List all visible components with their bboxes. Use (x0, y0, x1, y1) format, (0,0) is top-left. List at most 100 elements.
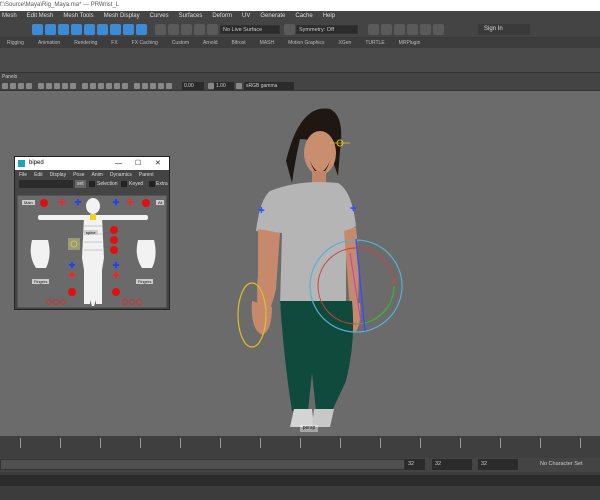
xray-joints-icon[interactable] (142, 83, 148, 89)
animation-end-field[interactable]: 32 (478, 459, 518, 470)
motion-blur-icon[interactable] (158, 83, 164, 89)
color-space-dropdown[interactable]: sRGB gamma (244, 82, 294, 90)
move-tool-icon[interactable] (71, 24, 82, 35)
foot-control[interactable] (68, 288, 76, 296)
shelf-tab-motion-graphics[interactable]: Motion Graphics (281, 38, 331, 48)
snap-curve-icon[interactable] (168, 24, 179, 35)
snap-grid-icon[interactable] (155, 24, 166, 35)
spine-label[interactable]: spine (84, 230, 98, 235)
shadows-icon[interactable] (122, 83, 128, 89)
selection-checkbox[interactable] (89, 181, 95, 187)
lasso-tool-icon[interactable] (45, 24, 56, 35)
paint-select-icon[interactable] (58, 24, 69, 35)
shelf-tab-mash[interactable]: MASH (253, 38, 281, 48)
universal-manip-icon[interactable] (110, 24, 121, 35)
leg-ik-control-red[interactable]: ✚ (112, 272, 120, 280)
ipr-render-icon[interactable] (381, 24, 392, 35)
fk-control-red[interactable] (142, 199, 150, 207)
shelf-tab-turtle[interactable]: TURTLE (358, 38, 391, 48)
aa-icon[interactable] (166, 83, 172, 89)
namespace-dropdown[interactable] (19, 180, 73, 188)
biped-menu-parent[interactable]: Parent (139, 172, 154, 178)
menu-mesh[interactable]: Mesh (2, 13, 17, 19)
range-slider[interactable] (0, 459, 405, 470)
gate-mask-icon[interactable] (62, 83, 68, 89)
sign-in-button[interactable]: Sign In (478, 24, 530, 35)
show-manip-icon[interactable] (136, 24, 147, 35)
biped-menu-pose[interactable]: Pose (73, 172, 84, 178)
shelf-tab-fx-caching[interactable]: FX Caching (125, 38, 165, 48)
menu-surfaces[interactable]: Surfaces (179, 13, 203, 19)
spine-fk-control[interactable] (110, 226, 118, 234)
ik-control-blue[interactable]: ✚ (74, 199, 82, 207)
image-plane-icon[interactable] (26, 83, 32, 89)
shelf-tab-custom[interactable]: Custom (165, 38, 196, 48)
field-chart-icon[interactable] (70, 83, 76, 89)
toe-control[interactable] (53, 299, 59, 305)
main-label[interactable]: Main (22, 200, 35, 205)
shelf-tab-fx[interactable]: FX (104, 38, 124, 48)
camera-attributes-icon[interactable] (10, 83, 16, 89)
minimize-icon[interactable]: — (115, 157, 122, 170)
leg-ik-control-red[interactable]: ✚ (68, 272, 76, 280)
toe-control[interactable] (129, 299, 135, 305)
maximize-icon[interactable]: ☐ (135, 157, 141, 170)
range-end-field[interactable]: 32 (405, 459, 425, 470)
smooth-shade-icon[interactable] (90, 83, 96, 89)
wireframe-icon[interactable] (82, 83, 88, 89)
render-icon[interactable] (368, 24, 379, 35)
all-label[interactable]: All (156, 200, 165, 205)
ik-control-blue[interactable]: ✚ (112, 199, 120, 207)
menu-mesh-display[interactable]: Mesh Display (104, 13, 140, 19)
snap-projected-icon[interactable] (194, 24, 205, 35)
film-gate-icon[interactable] (46, 83, 52, 89)
resolution-gate-icon[interactable] (54, 83, 60, 89)
set-button[interactable]: set (75, 180, 86, 188)
biped-menu-anim[interactable]: Anim (92, 172, 103, 178)
toe-control[interactable] (136, 299, 142, 305)
menu-generate[interactable]: Generate (260, 13, 285, 19)
symmetry-dropdown[interactable]: Symmetry: Off (296, 25, 358, 34)
render-view-icon[interactable] (420, 24, 431, 35)
wireframe-on-shaded-icon[interactable] (98, 83, 104, 89)
shelf-tab-rigging[interactable]: Rigging (0, 38, 31, 48)
menu-mesh-tools[interactable]: Mesh Tools (63, 13, 93, 19)
leg-ik-control-blue[interactable]: ✚ (112, 262, 120, 270)
menu-edit-mesh[interactable]: Edit Mesh (27, 13, 54, 19)
xray-icon[interactable] (134, 83, 140, 89)
snap-surface-icon[interactable] (207, 24, 218, 35)
biped-menu-file[interactable]: File (19, 172, 27, 178)
ik-control-red[interactable]: ✚ (58, 199, 66, 207)
menu-deform[interactable]: Deform (212, 13, 232, 19)
color-management-icon[interactable] (236, 83, 242, 89)
textured-icon[interactable] (106, 83, 112, 89)
shelf-tab-animation[interactable]: Animation (31, 38, 67, 48)
exposure-field[interactable]: 0.00 (182, 82, 204, 90)
biped-menu-dynamics[interactable]: Dynamics (110, 172, 132, 178)
menu-curves[interactable]: Curves (150, 13, 169, 19)
extra-checkbox[interactable] (149, 181, 155, 187)
spine-fk-control[interactable] (110, 246, 118, 254)
panels-menu[interactable]: Panels (0, 73, 600, 81)
biped-menu-edit[interactable]: Edit (34, 172, 43, 178)
spine-fk-control[interactable] (110, 236, 118, 244)
live-surface-field[interactable]: No Live Surface (220, 25, 280, 34)
gamma-field[interactable]: 1.00 (214, 82, 234, 90)
camera-select-icon[interactable] (2, 83, 8, 89)
lighting-icon[interactable] (114, 83, 120, 89)
ik-control-red[interactable]: ✚ (126, 199, 134, 207)
soft-mod-icon[interactable] (123, 24, 134, 35)
close-icon[interactable]: ✕ (155, 157, 161, 170)
rotate-tool-icon[interactable] (84, 24, 95, 35)
menu-cache[interactable]: Cache (295, 13, 312, 19)
toe-control[interactable] (46, 299, 52, 305)
light-editor-icon[interactable] (433, 24, 444, 35)
fingers-right-label[interactable]: Fingers (136, 279, 154, 284)
hypershade-icon[interactable] (407, 24, 418, 35)
menu-uv[interactable]: UV (242, 13, 250, 19)
playback-end-field[interactable]: 32 (432, 459, 472, 470)
snap-point-icon[interactable] (181, 24, 192, 35)
scale-tool-icon[interactable] (97, 24, 108, 35)
character-set-dropdown[interactable]: No Character Set (537, 459, 597, 470)
select-tool-icon[interactable] (32, 24, 43, 35)
